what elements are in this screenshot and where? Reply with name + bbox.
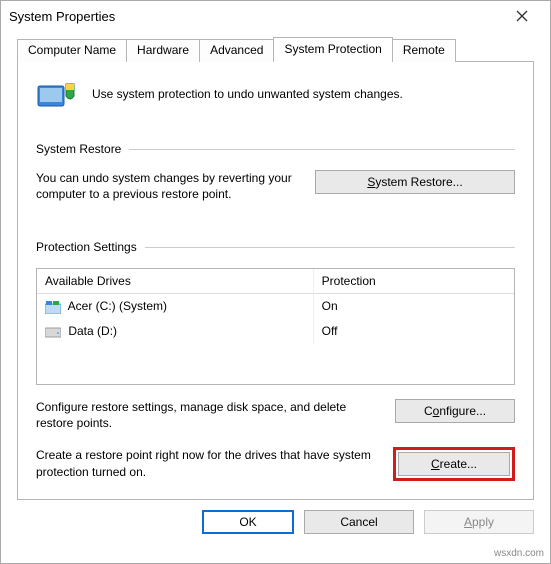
close-icon[interactable] (502, 2, 542, 30)
system-properties-window: System Properties Computer Name Hardware… (0, 0, 551, 564)
divider (129, 149, 515, 150)
section-protection-settings: Protection Settings (36, 240, 515, 254)
section-heading-restore: System Restore (36, 142, 121, 156)
section-heading-protection: Protection Settings (36, 240, 137, 254)
titlebar: System Properties (1, 1, 550, 31)
table-row[interactable]: Acer (C:) (System) On (37, 294, 514, 319)
tab-system-protection[interactable]: System Protection (273, 37, 392, 62)
tab-hardware[interactable]: Hardware (126, 39, 200, 62)
dialog-button-row: OK Cancel ApplyApply (1, 500, 550, 546)
tab-advanced[interactable]: Advanced (199, 39, 274, 62)
create-description: Create a restore point right now for the… (36, 447, 383, 479)
col-header-drives[interactable]: Available Drives (37, 269, 314, 294)
drive-name: Acer (C:) (System) (68, 299, 167, 313)
window-title: System Properties (9, 9, 502, 24)
tab-computer-name[interactable]: Computer Name (17, 39, 127, 62)
drive-protection: Off (314, 319, 514, 344)
tabs: Computer Name Hardware Advanced System P… (17, 37, 534, 62)
drives-table: Available Drives Protection (36, 268, 515, 385)
tab-panel-system-protection: Use system protection to undo unwanted s… (17, 61, 534, 500)
col-header-protection[interactable]: Protection (314, 269, 514, 294)
divider (145, 247, 515, 248)
create-button-highlight: Create...Create... (393, 447, 515, 481)
restore-description: You can undo system changes by reverting… (36, 170, 305, 202)
configure-button[interactable]: Configure...Configure... (395, 399, 515, 423)
table-empty-area (37, 344, 514, 384)
section-system-restore: System Restore (36, 142, 515, 156)
ok-button[interactable]: OK (202, 510, 294, 534)
table-row[interactable]: Data (D:) Off (37, 319, 514, 344)
tab-remote[interactable]: Remote (392, 39, 456, 62)
windows-drive-icon (45, 300, 61, 314)
hard-drive-icon (45, 325, 61, 339)
intro-text: Use system protection to undo unwanted s… (92, 87, 403, 101)
configure-description: Configure restore settings, manage disk … (36, 399, 385, 431)
system-restore-button[interactable]: SSystem Restore...ystem Restore... (315, 170, 515, 194)
system-protection-icon (36, 76, 80, 112)
cancel-button[interactable]: Cancel (304, 510, 414, 534)
watermark-text: wsxdn.com (494, 548, 544, 559)
create-button[interactable]: Create...Create... (398, 452, 510, 476)
apply-button[interactable]: ApplyApply (424, 510, 534, 534)
x-glyph (516, 10, 528, 22)
intro-row: Use system protection to undo unwanted s… (36, 76, 515, 128)
drive-name: Data (D:) (68, 324, 117, 338)
drive-protection: On (314, 294, 514, 319)
